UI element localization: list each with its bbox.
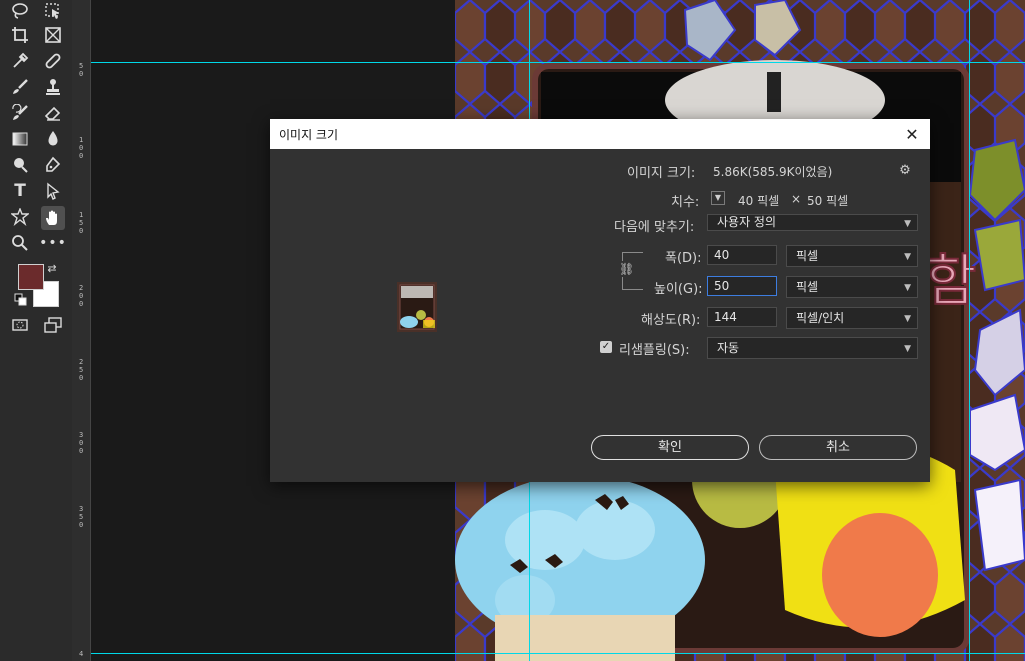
type-icon[interactable]: T (9, 180, 31, 202)
height-label: 높이(G): (654, 282, 703, 297)
foreground-color-swatch[interactable] (18, 264, 44, 290)
width-unit-value: 픽셀 (796, 249, 819, 263)
eraser-icon[interactable] (42, 102, 64, 124)
vertical-guide[interactable] (969, 0, 970, 661)
chevron-down-icon: ▼ (904, 283, 911, 293)
resolution-unit-select[interactable]: 픽셀/인치 ▼ (786, 307, 918, 329)
image-size-label: 이미지 크기: (627, 166, 696, 181)
chevron-down-icon: ▼ (904, 314, 911, 324)
default-colors-icon[interactable] (14, 293, 28, 307)
image-size-value: 5.86K(585.9K이었음) (713, 165, 833, 179)
width-unit-select[interactable]: 픽셀 ▼ (786, 245, 918, 267)
custom-shape-icon[interactable] (9, 206, 31, 228)
frame-icon[interactable] (42, 24, 64, 46)
chevron-down-icon: ▼ (904, 252, 911, 262)
screen-mode-icon[interactable] (42, 314, 64, 336)
ruler-label: 1 0 0 (79, 136, 84, 160)
chevron-down-icon: ▼ (904, 344, 911, 354)
crop-icon[interactable] (9, 24, 31, 46)
dimensions-width-value: 40 픽셀 (738, 194, 780, 208)
more-tools-icon[interactable]: ••• (39, 232, 66, 254)
swap-colors-icon[interactable]: ⇄ (44, 260, 60, 276)
healing-brush-icon[interactable] (42, 50, 64, 72)
stamp-icon[interactable] (42, 76, 64, 98)
fit-to-label: 다음에 맞추기: (614, 220, 695, 235)
dimensions-unit-chevron-icon[interactable]: ▼ (711, 191, 725, 205)
path-select-icon[interactable] (42, 180, 64, 202)
dodge-icon[interactable] (9, 154, 31, 176)
ruler-label: 2 0 0 (79, 284, 84, 308)
resolution-input[interactable]: 144 (707, 307, 777, 327)
vertical-ruler: 5 0 1 0 0 1 5 0 2 0 0 2 5 0 3 0 0 3 5 0 … (72, 0, 91, 661)
close-icon[interactable]: ✕ (902, 124, 922, 144)
hand-icon[interactable] (41, 206, 65, 230)
lasso-icon[interactable] (9, 0, 31, 22)
ok-button[interactable]: 확인 (591, 435, 749, 460)
gradient-icon[interactable] (9, 128, 31, 150)
height-unit-select[interactable]: 픽셀 ▼ (786, 276, 918, 298)
blur-icon[interactable] (42, 128, 64, 150)
resample-select[interactable]: 자동 ▼ (707, 337, 918, 359)
eyedropper-icon[interactable] (9, 50, 31, 72)
dialog-title: 이미지 크기 (279, 128, 339, 142)
dimensions-height-value: 50 픽셀 (807, 194, 849, 208)
image-size-dialog: 이미지 크기 ✕ 이미지 크기: 5.86K(585.9K이었음) ⚙ 치수: … (270, 119, 930, 482)
dialog-titlebar[interactable]: 이미지 크기 ✕ (270, 119, 930, 149)
ruler-label: 2 5 0 (79, 358, 84, 382)
cancel-button[interactable]: 취소 (759, 435, 917, 460)
dimensions-label: 치수: (671, 195, 700, 210)
width-label: 폭(D): (665, 251, 702, 266)
resample-label: 리샘플링(S): (619, 343, 690, 358)
fit-to-select[interactable]: 사용자 정의 ▼ (707, 214, 918, 231)
ruler-label: 3 0 0 (79, 431, 84, 455)
dimensions-times: × (791, 192, 802, 206)
history-brush-icon[interactable] (9, 102, 31, 124)
ruler-label: 3 5 0 (79, 505, 84, 529)
ruler-label: 5 0 (79, 62, 84, 78)
gear-icon[interactable]: ⚙ (896, 161, 914, 179)
height-input[interactable]: 50 (707, 276, 777, 296)
horizontal-guide[interactable] (91, 62, 1025, 63)
object-select-icon[interactable] (42, 0, 64, 22)
pen-icon[interactable] (42, 154, 64, 176)
tools-panel: T ••• ⇄ (0, 0, 72, 661)
width-input[interactable]: 40 (707, 245, 777, 265)
horizontal-guide[interactable] (91, 653, 1025, 654)
ruler-label: 4 (79, 650, 84, 658)
resolution-label: 해상도(R): (641, 313, 701, 328)
quick-mask-icon[interactable] (9, 314, 31, 336)
chevron-down-icon: ▼ (904, 219, 911, 229)
brush-icon[interactable] (9, 76, 31, 98)
resolution-unit-value: 픽셀/인치 (796, 311, 845, 325)
link-icon[interactable]: ⛓ (619, 261, 634, 277)
image-preview-thumbnail[interactable] (397, 282, 437, 332)
ruler-label: 1 5 0 (79, 211, 84, 235)
resample-checkbox[interactable]: ✓ (600, 341, 612, 353)
resample-value: 자동 (717, 341, 740, 355)
fit-to-value: 사용자 정의 (717, 215, 777, 229)
zoom-icon[interactable] (9, 232, 31, 254)
height-unit-value: 픽셀 (796, 280, 819, 294)
